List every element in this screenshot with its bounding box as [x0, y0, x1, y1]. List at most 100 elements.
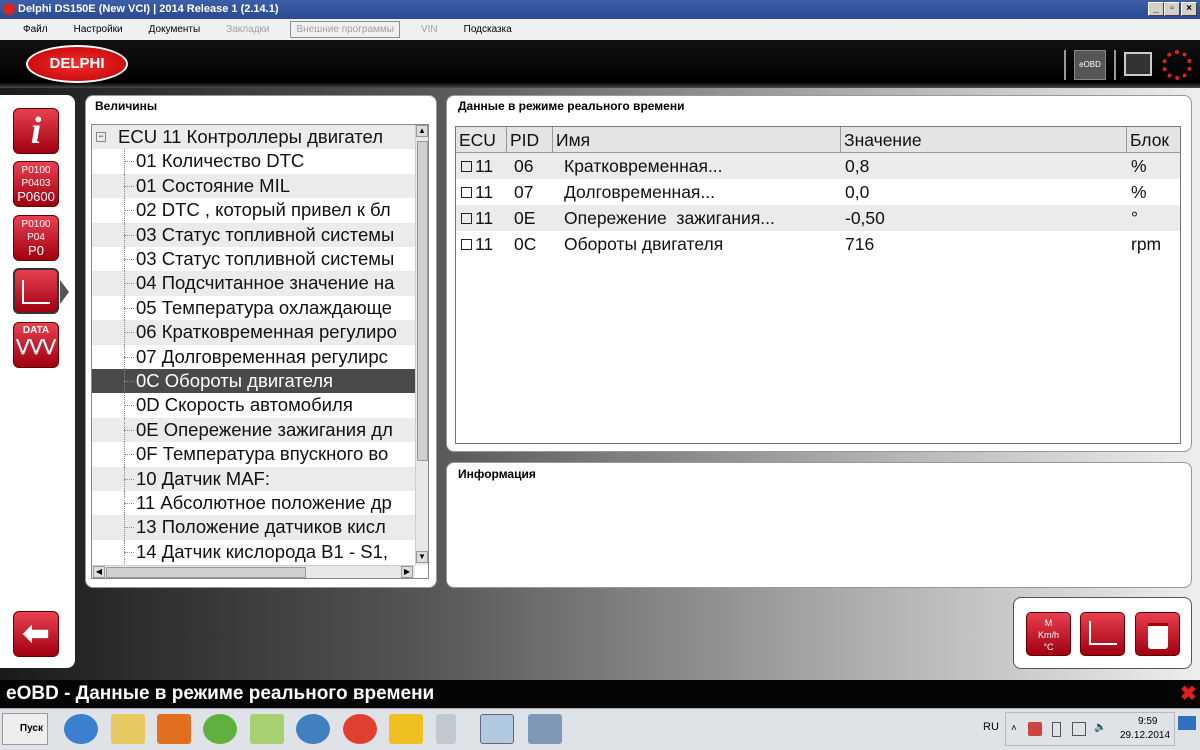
- row-checkbox[interactable]: [461, 161, 472, 172]
- column-value[interactable]: Значение: [841, 127, 1127, 153]
- tree-item-label: 0C Обороты двигателя: [136, 370, 334, 391]
- data-button[interactable]: DATA ⋁⋁⋁: [13, 322, 59, 368]
- read-dtc-button[interactable]: P0100 P0403 P0600: [13, 161, 59, 207]
- cell-name: Обороты двигателя: [564, 234, 724, 254]
- cell-unit: %: [1131, 156, 1147, 176]
- cell-name: Кратковременная...: [564, 156, 723, 176]
- column-pid[interactable]: PID: [507, 127, 553, 153]
- clear-dtc-button[interactable]: P0100 P04 P0: [13, 215, 59, 261]
- media-player-icon[interactable]: [157, 714, 191, 744]
- scroll-right-icon[interactable]: ▶: [401, 566, 413, 578]
- network-app-icon[interactable]: [528, 714, 562, 744]
- collapse-icon[interactable]: −: [96, 132, 106, 142]
- tree-root[interactable]: − ECU 11 Контроллеры двигател: [92, 125, 415, 150]
- units-button[interactable]: MKm/h°Cmg/sr: [1026, 612, 1071, 656]
- live-data-button[interactable]: [13, 268, 59, 314]
- menu-help[interactable]: Подсказка: [459, 22, 517, 37]
- table-row[interactable]: 11 06 Кратковременная... 0,8%: [456, 153, 1180, 179]
- info-title: Информация: [458, 467, 536, 481]
- tree-item[interactable]: 05 Температура охлаждающе: [92, 295, 415, 321]
- explorer-icon[interactable]: [111, 714, 145, 744]
- tree-item-label: 0D Скорость автомобиля: [136, 394, 353, 416]
- tree-item-label: 06 Кратковременная регулиро: [136, 321, 397, 343]
- tree-item[interactable]: 07 Долговременная регулирс: [92, 344, 415, 369]
- status-bar: eOBD - Данные в режиме реального времени: [0, 680, 1200, 708]
- info-button[interactable]: i: [13, 108, 59, 154]
- tree-item[interactable]: 0C Обороты двигателя: [92, 369, 415, 394]
- row-checkbox[interactable]: [461, 187, 472, 198]
- delete-button[interactable]: [1135, 612, 1180, 656]
- tree-item[interactable]: 11 Абсолютное положение др: [92, 491, 415, 516]
- icq-icon[interactable]: [203, 714, 237, 744]
- live-graph-icon: [22, 280, 50, 304]
- scroll-down-icon[interactable]: ▼: [416, 551, 428, 563]
- eobd-button[interactable]: eOBD: [1074, 50, 1106, 80]
- volume-icon[interactable]: 🔈: [1094, 722, 1106, 733]
- divider: [1064, 50, 1066, 80]
- tree-item-label: 04 Подсчитанное значение на: [136, 272, 395, 294]
- maximize-button[interactable]: ▫: [1164, 2, 1180, 16]
- phone-icon[interactable]: [436, 714, 456, 744]
- vertical-scrollbar[interactable]: ▲ ▼: [415, 125, 428, 565]
- skype-icon[interactable]: [296, 714, 330, 744]
- close-button[interactable]: ×: [1181, 2, 1197, 16]
- scroll-thumb[interactable]: [106, 567, 306, 578]
- graph-button[interactable]: [1080, 612, 1125, 656]
- tree-item[interactable]: 03 Статус топливной системы: [92, 247, 415, 272]
- tree-item[interactable]: 06 Кратковременная регулиро: [92, 320, 415, 345]
- horizontal-scrollbar[interactable]: ◀ ▶: [92, 565, 415, 578]
- scroll-thumb[interactable]: [417, 141, 428, 461]
- scroll-up-icon[interactable]: ▲: [416, 125, 428, 137]
- start-button[interactable]: Пуск: [2, 713, 48, 745]
- table-row[interactable]: 11 0E Опережение зажигания... -0,50 °: [456, 205, 1180, 231]
- tree-item[interactable]: 13 Положение датчиков кисл: [92, 515, 415, 540]
- tree-item[interactable]: 03 Статус топливной системы: [92, 222, 415, 247]
- clock-date[interactable]: 29.12.2014: [1120, 730, 1170, 741]
- tree-item[interactable]: 10 Датчик MAF:: [92, 466, 415, 491]
- tree-item[interactable]: 0E Опережение зажигания дл: [92, 417, 415, 443]
- menu-settings[interactable]: Настройки: [69, 22, 128, 37]
- menu-documents[interactable]: Документы: [144, 22, 206, 37]
- folder-icon[interactable]: [250, 714, 284, 744]
- menu-external-programs[interactable]: Внешние программы: [290, 21, 400, 38]
- show-hidden-icon[interactable]: ˄: [1011, 723, 1017, 734]
- ie-icon[interactable]: [64, 714, 98, 744]
- language-indicator[interactable]: RU: [983, 721, 999, 733]
- tree-item[interactable]: 14 Датчик кислорода B1 - S1,: [92, 539, 415, 565]
- scroll-left-icon[interactable]: ◀: [93, 566, 105, 578]
- clock-time[interactable]: 9:59: [1138, 716, 1157, 727]
- tree-item[interactable]: 04 Подсчитанное значение на: [92, 271, 415, 296]
- tree-item[interactable]: 02 DTC , который привел к бл: [92, 198, 415, 223]
- column-name[interactable]: Имя: [553, 127, 841, 153]
- dtc-label: P0100: [21, 219, 51, 230]
- power-icon[interactable]: [1052, 722, 1061, 737]
- cell-value: 716: [845, 234, 875, 254]
- column-ecu[interactable]: ECU: [456, 127, 507, 153]
- tree-item[interactable]: 0D Скорость автомобиля: [92, 393, 415, 418]
- cell-unit: %: [1131, 182, 1147, 202]
- table-row[interactable]: 11 0C Обороты двигателя 716 rpm: [456, 231, 1180, 257]
- tree-item[interactable]: 01 Количество DTC: [92, 149, 415, 174]
- delphi-task-icon[interactable]: [480, 714, 514, 744]
- tree-item[interactable]: 01 Состояние MIL: [92, 173, 415, 199]
- row-checkbox[interactable]: [461, 239, 472, 250]
- menu-file[interactable]: Файл: [18, 22, 53, 37]
- network-icon[interactable]: [1072, 722, 1086, 736]
- table-row[interactable]: 11 07 Долговременная... 0,0%: [456, 179, 1180, 205]
- dtc-label: P0100: [21, 165, 51, 176]
- parameter-tree[interactable]: − ECU 11 Контроллеры двигател 01 Количест…: [91, 124, 429, 579]
- cell-ecu: 11: [475, 234, 494, 254]
- chrome-icon[interactable]: [343, 714, 377, 744]
- tree-item[interactable]: 0F Температура впускного во: [92, 442, 415, 467]
- app-icon[interactable]: [389, 714, 423, 744]
- minimize-button[interactable]: _: [1148, 2, 1164, 16]
- action-center-icon[interactable]: [1028, 722, 1042, 736]
- column-unit[interactable]: Блок: [1127, 127, 1180, 153]
- divider: [1114, 50, 1116, 80]
- units-icon: MKm/h°Cmg/sr: [1037, 618, 1060, 655]
- close-icon[interactable]: ✖: [1180, 681, 1197, 706]
- back-button[interactable]: ⬅: [13, 611, 59, 657]
- dtc-label: P0600: [17, 189, 55, 204]
- show-desktop-button[interactable]: [1178, 716, 1196, 730]
- row-checkbox[interactable]: [461, 213, 472, 224]
